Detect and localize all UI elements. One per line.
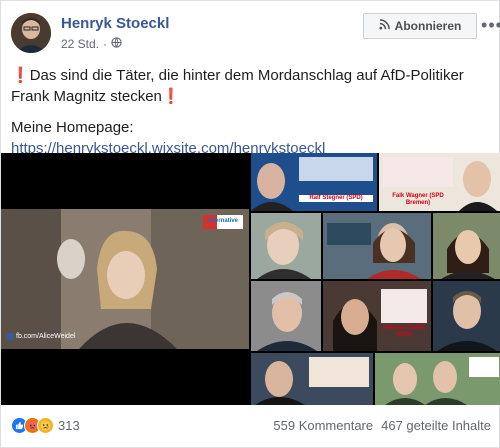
homepage-label: Meine Homepage: [11, 119, 134, 136]
exclamation-icon: ❗ [161, 88, 181, 105]
collage-tile[interactable] [323, 213, 431, 279]
collage-tile[interactable] [375, 353, 500, 405]
post-meta: 22 Std. · [61, 37, 122, 51]
post-headline: ❗Das sind die Täter, die hinter dem Mord… [11, 65, 491, 107]
facebook-icon [7, 333, 14, 340]
tile-caption: Sawsan Chebli (SPD) [382, 325, 426, 338]
globe-icon [111, 37, 122, 51]
video-thumbnail[interactable]: Alternative fb.com/AliceWeidel [1, 209, 249, 349]
author-name[interactable]: Henryk Stoeckl [61, 15, 169, 32]
video-watermark-text: fb.com/AliceWeidel [16, 333, 76, 340]
exclamation-icon: ❗ [11, 67, 30, 84]
follow-button[interactable]: Abonnieren [363, 13, 477, 39]
follow-label: Abonnieren [394, 19, 462, 33]
collage-tile[interactable] [433, 213, 500, 279]
collage-tile[interactable]: Falk Wagner (SPD Bremen) [379, 153, 500, 211]
tile-caption: Falk Wagner (SPD Bremen) [392, 193, 444, 206]
collage-tile[interactable] [251, 353, 373, 405]
reaction-count: 313 [58, 418, 80, 433]
collage-tile[interactable]: Sawsan Chebli (SPD) [323, 281, 431, 351]
post-stats: 559 Kommentare 467 geteilte Inhalte [273, 418, 491, 433]
collage-tile[interactable] [251, 213, 321, 279]
post-time[interactable]: 22 Std. [61, 37, 99, 51]
feed-post: Henryk Stoeckl 22 Std. · Abonnieren ••• … [0, 0, 500, 448]
video-logo: Alternative [207, 218, 239, 224]
video-watermark: fb.com/AliceWeidel [7, 333, 75, 340]
collage-tile[interactable] [251, 281, 321, 351]
reactions-summary[interactable]: 313 [11, 417, 80, 434]
tile-caption: Ralf Stegner (SPD) [299, 195, 373, 202]
rss-icon [379, 19, 390, 33]
comments-count[interactable]: 559 Kommentare [273, 418, 373, 433]
image-collage[interactable]: Ralf Stegner (SPD) Falk Wagner (SPD Brem… [251, 153, 500, 405]
more-icon[interactable]: ••• [481, 14, 500, 36]
avatar[interactable] [11, 13, 51, 53]
sad-icon [37, 417, 54, 434]
collage-tile[interactable]: Ralf Stegner (SPD) [251, 153, 377, 211]
post-media[interactable]: Alternative fb.com/AliceWeidel Ralf Steg… [1, 153, 500, 405]
post-footer: 313 559 Kommentare 467 geteilte Inhalte [11, 413, 491, 437]
collage-tile[interactable] [433, 281, 500, 351]
post-headline-text: Das sind die Täter, die hinter dem Morda… [11, 67, 464, 105]
shares-count[interactable]: 467 geteilte Inhalte [381, 418, 491, 433]
post-header: Henryk Stoeckl 22 Std. · Abonnieren ••• [11, 13, 500, 57]
